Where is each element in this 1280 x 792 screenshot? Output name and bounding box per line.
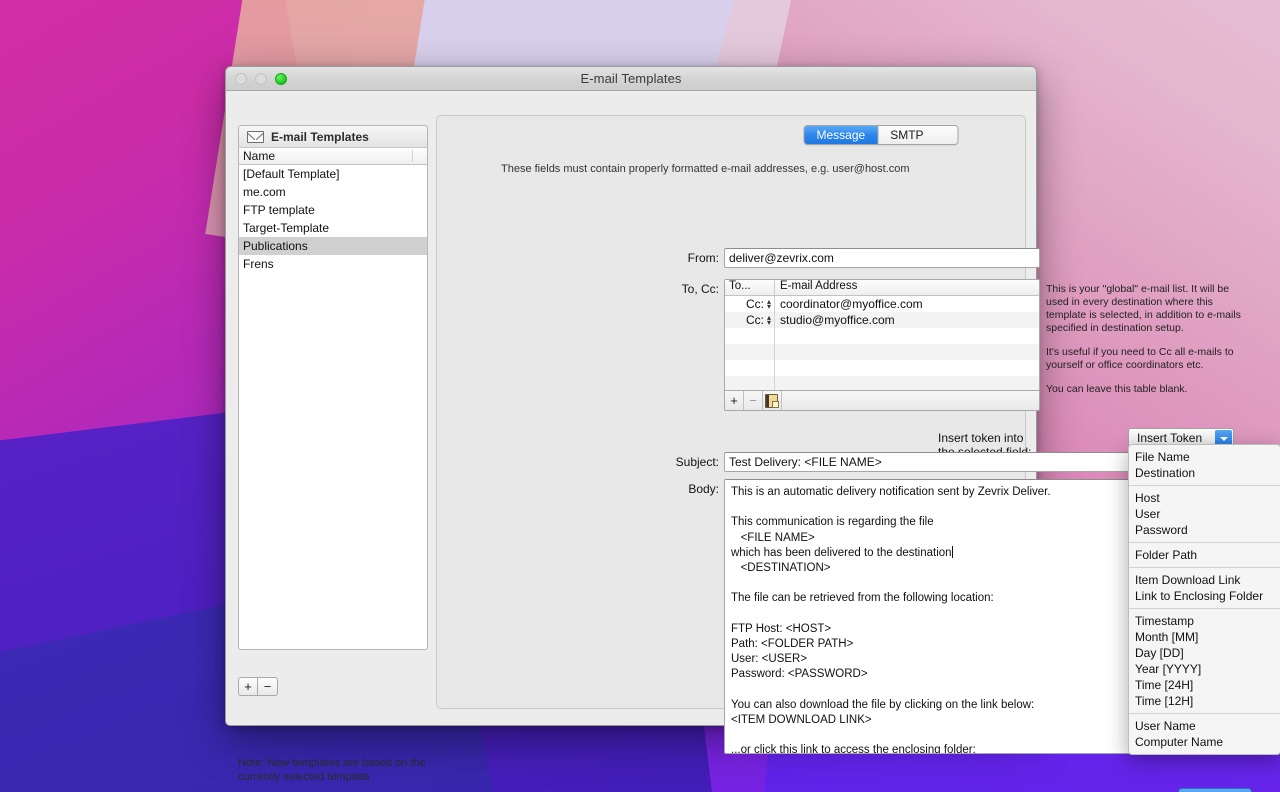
remove-recipient-button[interactable]: −: [744, 391, 763, 410]
list-item[interactable]: FTP template: [239, 201, 427, 219]
help-paragraph: You can leave this table blank.: [1046, 383, 1188, 395]
menu-separator: [1129, 542, 1280, 543]
chevron-updown-icon[interactable]: ▴ ▾: [767, 298, 771, 311]
tab-message[interactable]: Message: [804, 126, 879, 144]
list-item[interactable]: me.com: [239, 183, 427, 201]
row-mode-cell[interactable]: Cc: ▴ ▾: [725, 296, 775, 312]
row-address-cell[interactable]: coordinator@myoffice.com: [775, 296, 923, 312]
insert-token-value: Insert Token: [1137, 430, 1203, 445]
window-body: E-mail Templates Name [Default Template]…: [226, 91, 1280, 792]
menu-item-year[interactable]: Year [YYYY]: [1129, 661, 1280, 677]
window-titlebar[interactable]: E-mail Templates: [226, 67, 1036, 91]
menu-item-item-download-link[interactable]: Item Download Link: [1129, 572, 1280, 588]
list-item[interactable]: Target-Template: [239, 219, 427, 237]
add-recipient-button[interactable]: +: [725, 391, 744, 410]
help-paragraph: This is your "global" e-mail list. It wi…: [1046, 283, 1241, 334]
menu-separator: [1129, 713, 1280, 714]
window-controls[interactable]: [235, 73, 287, 85]
table-row[interactable]: Cc: ▴ ▾ studio@myoffice.com: [725, 312, 1039, 328]
menu-item-password[interactable]: Password: [1129, 522, 1280, 538]
menu-item-computer-name[interactable]: Computer Name: [1129, 734, 1280, 750]
to-cc-table[interactable]: To... E-mail Address Cc: ▴ ▾ coordinator@…: [724, 279, 1040, 391]
column-header-name: Name: [243, 149, 276, 163]
list-item-selected[interactable]: Publications: [239, 237, 427, 255]
table-row-empty[interactable]: [725, 376, 1039, 390]
zoom-button[interactable]: [275, 73, 287, 85]
to-cc-help-text: This is your "global" e-mail list. It wi…: [1046, 283, 1246, 407]
close-button[interactable]: [235, 73, 247, 85]
panel-tabs: Message SMTP Server: [803, 125, 959, 145]
menu-item-user[interactable]: User: [1129, 506, 1280, 522]
menu-item-time-24h[interactable]: Time [24H]: [1129, 677, 1280, 693]
sidebar-add-remove-group: + −: [238, 677, 278, 696]
minimize-button[interactable]: [255, 73, 267, 85]
row-mode-cell[interactable]: Cc: ▴ ▾: [725, 312, 775, 328]
from-input[interactable]: deliver@zevrix.com: [724, 248, 1040, 268]
menu-item-file-name[interactable]: File Name: [1129, 449, 1280, 465]
menu-item-destination[interactable]: Destination: [1129, 465, 1280, 481]
menu-item-timestamp[interactable]: Timestamp: [1129, 613, 1280, 629]
add-template-button[interactable]: +: [238, 677, 258, 696]
window-title: E-mail Templates: [580, 71, 682, 86]
to-cc-table-toolbar: + −: [724, 391, 1040, 411]
template-list[interactable]: [Default Template] me.com FTP template T…: [238, 165, 428, 650]
tab-smtp-server[interactable]: SMTP Server: [878, 126, 958, 144]
body-label: Body:: [688, 482, 719, 496]
column-divider: [412, 150, 413, 162]
email-templates-window: E-mail Templates E-mail Templates Name […: [225, 66, 1280, 792]
ok-button[interactable]: OK: [1178, 788, 1252, 792]
remove-template-button[interactable]: −: [258, 677, 278, 696]
address-book-icon: [765, 393, 779, 408]
list-item[interactable]: Frens: [239, 255, 427, 273]
menu-separator: [1129, 608, 1280, 609]
list-item[interactable]: [Default Template]: [239, 165, 427, 183]
table-row-empty[interactable]: [725, 360, 1039, 376]
sidebar-note: Note: New templates are based on the cur…: [238, 757, 426, 783]
sidebar-header: E-mail Templates: [238, 125, 428, 147]
table-row[interactable]: Cc: ▴ ▾ coordinator@myoffice.com: [725, 296, 1039, 312]
subject-label: Subject:: [675, 455, 719, 469]
menu-separator: [1129, 485, 1280, 486]
row-mode-value: Cc:: [745, 297, 764, 311]
text-caret: [951, 545, 953, 558]
to-cc-table-header: To... E-mail Address: [725, 280, 1039, 296]
help-paragraph: It's useful if you need to Cc all e-mail…: [1046, 346, 1234, 371]
email-format-hint: These fields must contain properly forma…: [501, 163, 910, 175]
column-header-email-address: E-mail Address: [780, 280, 858, 292]
row-mode-value: Cc:: [745, 313, 764, 327]
templates-sidebar: E-mail Templates Name [Default Template]…: [238, 125, 428, 669]
list-column-header[interactable]: Name: [238, 147, 428, 165]
column-header-to: To...: [725, 280, 775, 295]
menu-separator: [1129, 567, 1280, 568]
menu-item-link-to-enclosing-folder[interactable]: Link to Enclosing Folder: [1129, 588, 1280, 604]
from-label: From:: [687, 251, 719, 265]
row-address-cell[interactable]: studio@myoffice.com: [775, 312, 895, 328]
menu-item-day[interactable]: Day [DD]: [1129, 645, 1280, 661]
chevron-updown-icon[interactable]: ▴ ▾: [767, 314, 771, 327]
to-cc-label: To, Cc:: [681, 282, 719, 296]
menu-item-folder-path[interactable]: Folder Path: [1129, 547, 1280, 563]
table-row-empty[interactable]: [725, 328, 1039, 344]
menu-item-time-12h[interactable]: Time [12H]: [1129, 693, 1280, 709]
insert-token-menu[interactable]: File Name Destination Host User Password…: [1128, 444, 1280, 755]
menu-item-user-name[interactable]: User Name: [1129, 718, 1280, 734]
menu-item-month[interactable]: Month [MM]: [1129, 629, 1280, 645]
body-text-before-caret: This is an automatic delivery notificati…: [731, 486, 1051, 559]
body-text-after-caret: <DESTINATION> The file can be retrieved …: [731, 562, 1035, 754]
address-book-button[interactable]: [763, 391, 782, 410]
sidebar-header-label: E-mail Templates: [271, 129, 369, 144]
menu-item-host[interactable]: Host: [1129, 490, 1280, 506]
table-row-empty[interactable]: [725, 344, 1039, 360]
envelope-icon: [247, 130, 264, 143]
